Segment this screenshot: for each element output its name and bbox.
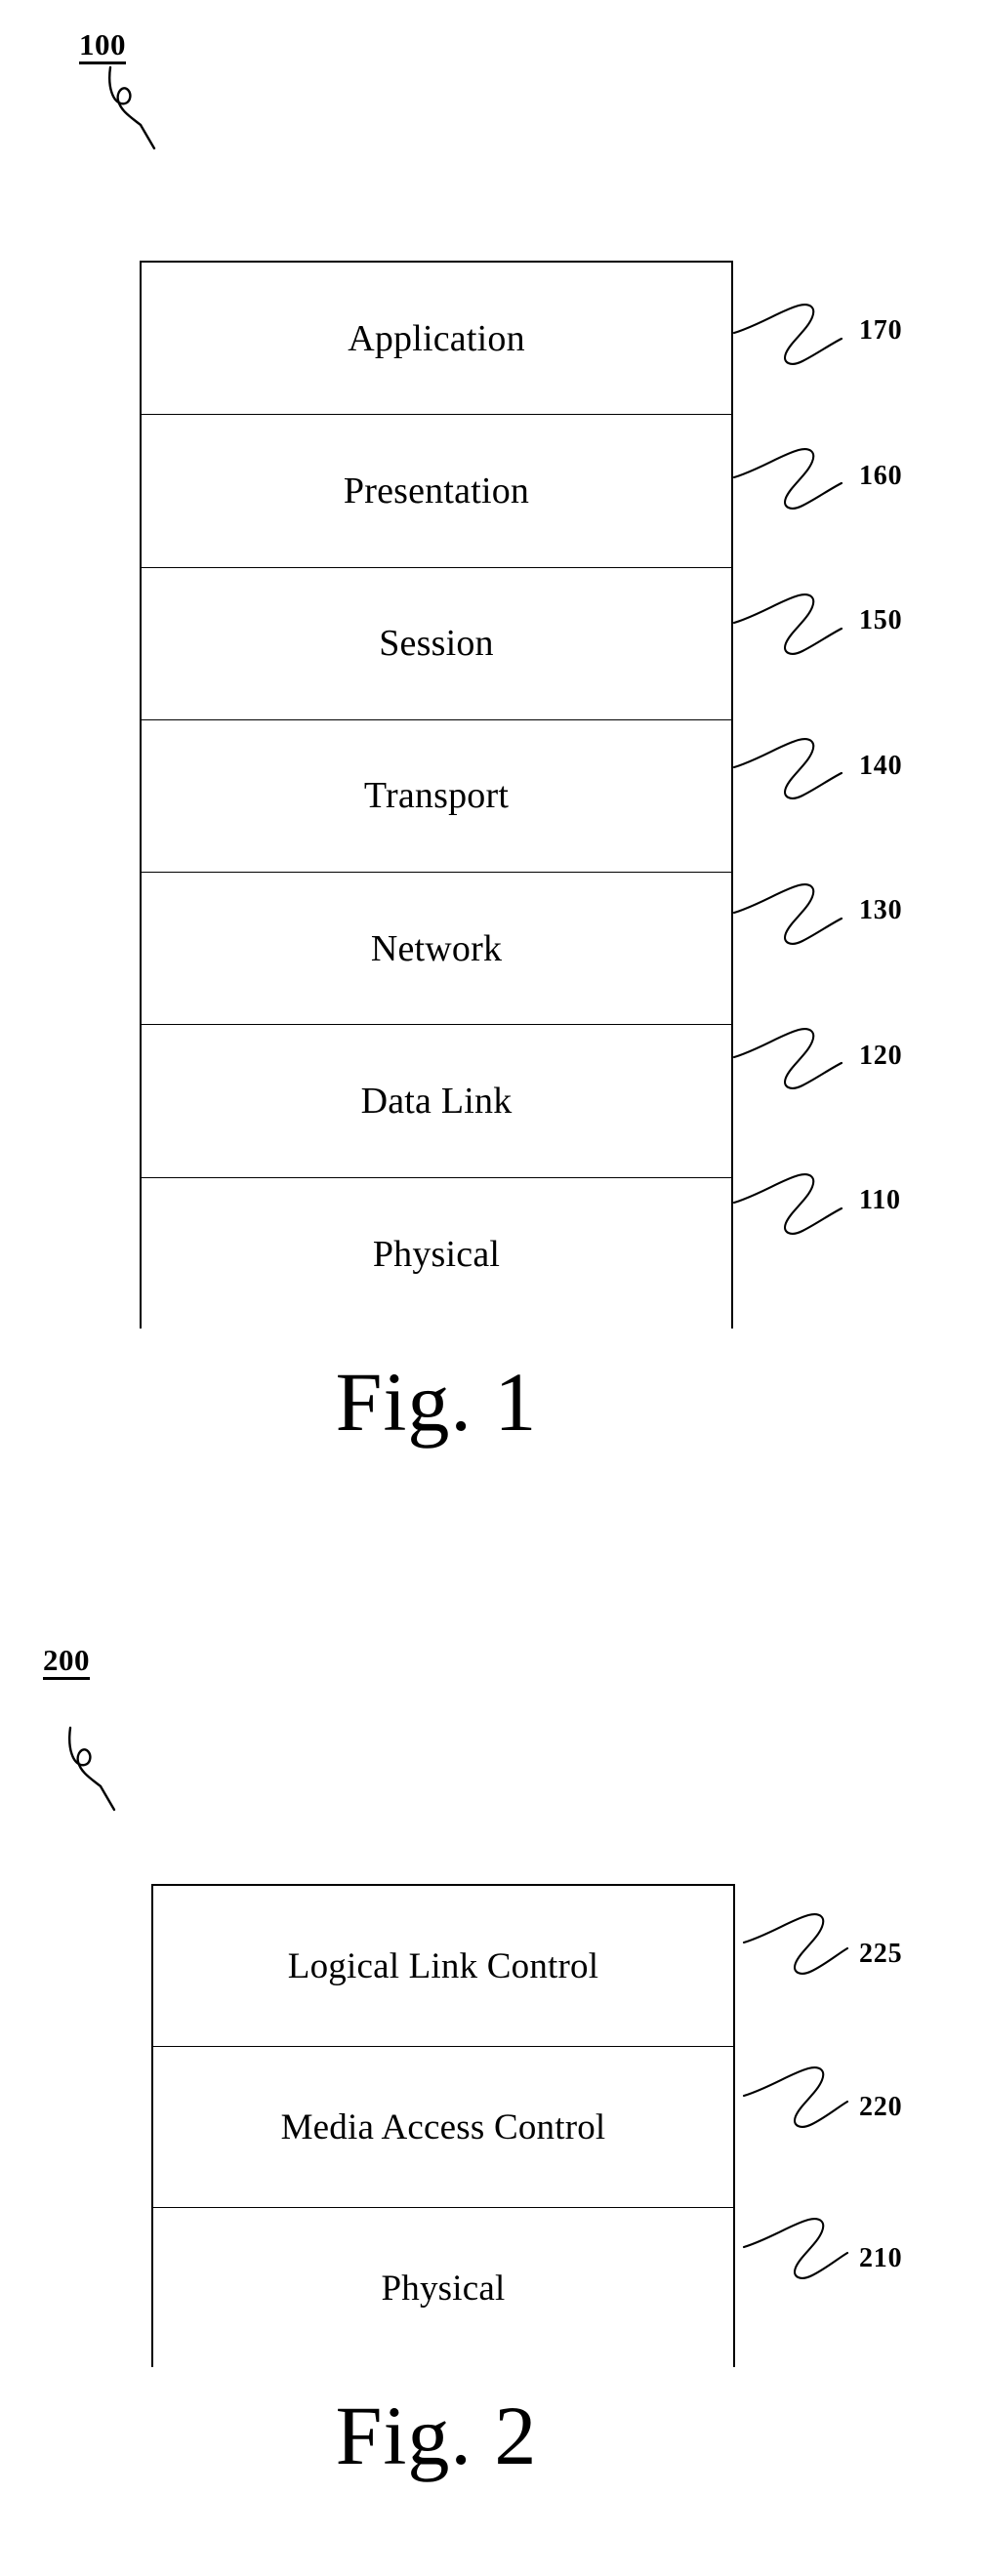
leader-squiggle-225: [742, 1913, 849, 1975]
callout-number-110: 110: [859, 1185, 901, 1215]
figure-1-caption: Fig. 1: [335, 1355, 538, 1449]
layer-row-physical-fig2: Physical: [153, 2208, 733, 2369]
layer-label-logical-link-control: Logical Link Control: [287, 1945, 599, 1986]
leader-squiggle-150: [732, 593, 843, 655]
callout-number-160: 160: [859, 461, 903, 491]
layer-row-physical: Physical: [142, 1177, 731, 1330]
callout-number-220: 220: [859, 2092, 903, 2122]
callout-number-210: 210: [859, 2243, 903, 2273]
leader-squiggle-130: [732, 883, 843, 945]
layer-row-transport: Transport: [142, 719, 731, 874]
layer-label-physical-fig2: Physical: [381, 2269, 506, 2309]
layer-label-physical: Physical: [372, 1233, 501, 1275]
callout-number-170: 170: [859, 315, 903, 346]
group-leader-line-200: [68, 1726, 103, 1788]
layer-row-data-link: Data Link: [142, 1025, 731, 1178]
layer-label-application: Application: [348, 317, 525, 359]
leader-squiggle-140: [732, 738, 843, 799]
callout-number-120: 120: [859, 1041, 903, 1071]
layer-label-presentation: Presentation: [343, 470, 530, 511]
callout-number-150: 150: [859, 605, 903, 635]
layer-label-transport: Transport: [363, 775, 510, 817]
leader-squiggle-110: [732, 1173, 843, 1235]
leader-squiggle-120: [732, 1028, 843, 1089]
figure-1-layer-stack: Application Presentation Session Transpo…: [140, 261, 733, 1330]
callout-number-225: 225: [859, 1939, 903, 1969]
layer-label-network: Network: [370, 927, 503, 969]
layer-label-data-link: Data Link: [360, 1080, 513, 1122]
group-leader-line-100: [108, 65, 143, 127]
layer-row-application: Application: [142, 263, 731, 416]
drawing-sheet: 100 Application Presentation Session Tra…: [0, 0, 986, 2576]
callout-number-140: 140: [859, 751, 903, 781]
layer-row-session: Session: [142, 567, 731, 720]
group-leader-tail-100: [139, 123, 156, 150]
layer-label-session: Session: [379, 623, 494, 665]
leader-squiggle-160: [732, 448, 843, 510]
layer-row-presentation: Presentation: [142, 415, 731, 568]
layer-row-network: Network: [142, 873, 731, 1026]
figure-2-group-reference-number: 200: [43, 1645, 90, 1680]
layer-row-media-access-control: Media Access Control: [153, 2047, 733, 2208]
group-leader-tail-200: [99, 1784, 116, 1812]
leader-squiggle-210: [742, 2218, 849, 2279]
leader-squiggle-170: [732, 304, 843, 365]
callout-number-130: 130: [859, 895, 903, 925]
layer-row-logical-link-control: Logical Link Control: [153, 1886, 733, 2047]
figure-2-caption: Fig. 2: [335, 2389, 538, 2482]
layer-label-media-access-control: Media Access Control: [280, 2106, 606, 2147]
figure-2-layer-stack: Logical Link Control Media Access Contro…: [151, 1884, 735, 2369]
figure-1-group-reference-number: 100: [79, 29, 126, 64]
leader-squiggle-220: [742, 2066, 849, 2128]
